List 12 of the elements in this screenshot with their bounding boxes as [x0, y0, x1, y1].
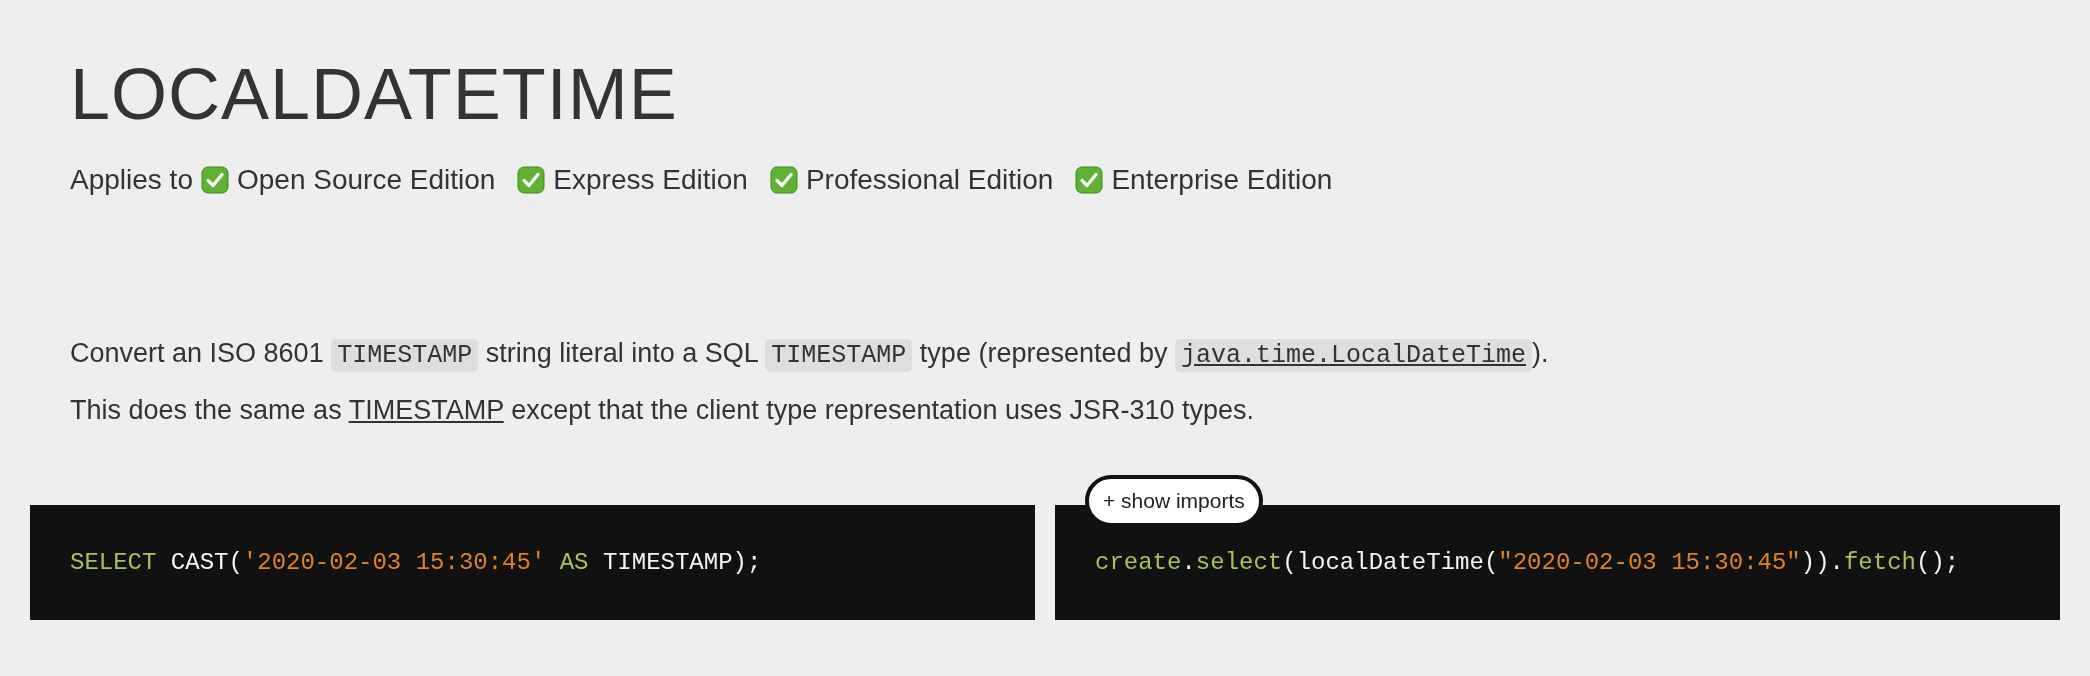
edition-name: Express Edition	[553, 164, 748, 196]
code-link[interactable]: java.time.LocalDateTime	[1175, 339, 1533, 372]
link[interactable]: TIMESTAMP	[348, 395, 504, 425]
page-title: LOCALDATETIME	[70, 53, 679, 136]
description-text: This does the same as TIMESTAMP except that the client type representation uses JSR-310 types.	[70, 394, 1256, 427]
edition-name: Professional Edition	[805, 164, 1054, 196]
edition-name: Open Source Edition	[236, 164, 496, 196]
code-line: create.select(localDateTime("2020-02-03 15:30:45")).fetch();	[1095, 549, 1960, 576]
edition-name: Enterprise Edition	[1111, 164, 1333, 196]
code-line: SELECT CAST('2020-02-03 15:30:45' AS TIMESTAMP);	[70, 549, 762, 576]
applies-label: Applies to	[70, 164, 193, 196]
description-text: Convert an ISO 8601 TIMESTAMP string literal into a SQL TIMESTAMP type (represented by java.time.LocalDateTime ).	[70, 337, 1550, 374]
